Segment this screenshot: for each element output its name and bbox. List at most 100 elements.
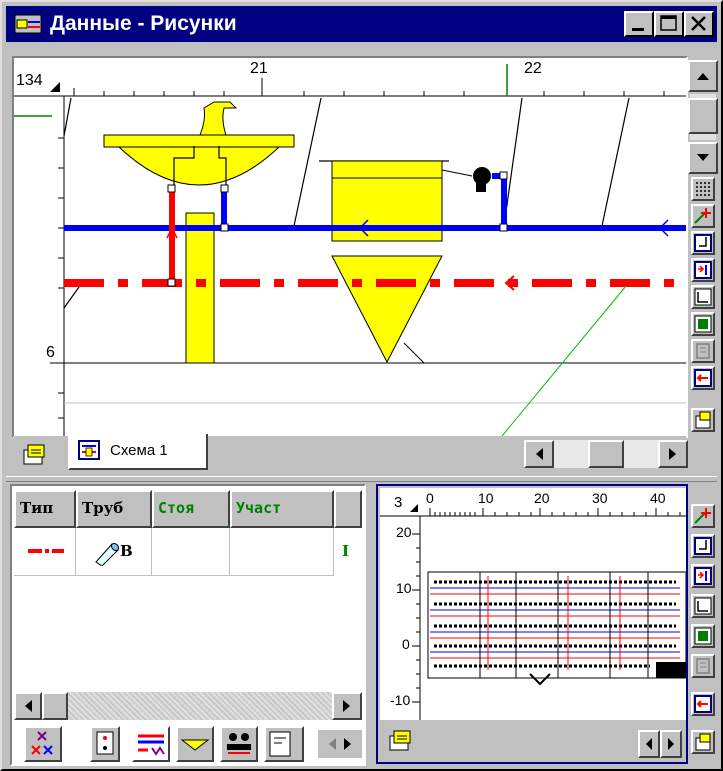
tab-nodes[interactable]: [90, 726, 120, 762]
arrow-up-icon: [697, 73, 709, 80]
sink-fixture: [103, 101, 295, 364]
disabled-tool-button-2[interactable]: [691, 654, 715, 678]
tab-scheme-1[interactable]: Схема 1: [68, 434, 208, 470]
scheme-tab-icon: [78, 440, 100, 460]
table-row[interactable]: В I: [14, 528, 362, 576]
arrow-left-icon: [646, 738, 652, 750]
fill-icon: [694, 315, 712, 333]
back-tool-button[interactable]: [691, 366, 715, 390]
back-tool-button-2[interactable]: [691, 692, 715, 716]
ruler-corner-label: 134: [16, 72, 43, 89]
connect-tool-button-2[interactable]: [691, 534, 715, 558]
tab-scroll-arrows[interactable]: [318, 730, 362, 758]
riser-cell: [152, 528, 230, 576]
ruler-left-tick: 6: [46, 344, 55, 361]
minimize-icon: [632, 28, 644, 31]
pipes-icon: [138, 734, 165, 756]
scroll-right-button[interactable]: [658, 440, 688, 468]
preview-overview[interactable]: [380, 488, 686, 720]
disabled-tool-icon: [696, 658, 710, 674]
preview-y-tick: 20: [396, 524, 412, 540]
grid-h-scroll-thumb[interactable]: [42, 692, 68, 720]
preview-canvas[interactable]: 3 0 10 20 30 40 20 10 0 -10: [380, 488, 686, 720]
insert-tool-button-2[interactable]: [691, 564, 715, 588]
tab-pipes[interactable]: [132, 726, 170, 762]
column-header-type[interactable]: Тип: [14, 490, 76, 528]
grid-scroll-right-button[interactable]: [332, 692, 362, 720]
snap-tool-button-2[interactable]: [691, 504, 715, 528]
tab-fixtures[interactable]: [176, 726, 214, 762]
arrow-down-icon: [697, 154, 709, 161]
connect-icon: [694, 537, 712, 555]
preview-x-tick: 30: [592, 490, 608, 506]
tab-documents[interactable]: [264, 726, 304, 762]
close-button[interactable]: [684, 11, 714, 37]
snap-cross-icon: [694, 508, 711, 524]
insert-icon: [694, 567, 712, 585]
layers-icon[interactable]: [388, 728, 414, 754]
ruler-top-tick: 21: [250, 60, 268, 77]
equipment-icon: [227, 733, 251, 754]
preview-y-tick: 0: [402, 636, 410, 652]
angle-icon: [694, 597, 712, 615]
drawing-app-icon[interactable]: [14, 12, 42, 36]
column-header-pipe[interactable]: Труб: [76, 490, 152, 528]
tab-label: Схема 1: [110, 442, 168, 459]
h-scroll-thumb[interactable]: [588, 440, 624, 468]
arrow-left-icon: [25, 700, 32, 712]
angle-tool-button-2[interactable]: [691, 594, 715, 618]
preview-scroll-right-button[interactable]: [660, 730, 682, 758]
section-cell: [230, 528, 334, 576]
main-window: Данные - Рисунки 134 21 22 6 Схема 1 Тип…: [0, 0, 723, 771]
angle-tool-button[interactable]: [691, 285, 715, 309]
scroll-down-button[interactable]: [688, 142, 718, 174]
grid-h-scroll-track[interactable]: [68, 692, 332, 720]
preview-scroll-left-button[interactable]: [638, 730, 660, 758]
preview-x-tick: 0: [426, 490, 434, 506]
insert-tool-button[interactable]: [691, 258, 715, 282]
document-icon: [269, 731, 291, 757]
arrow-right-icon: [669, 448, 676, 460]
scroll-left-button[interactable]: [524, 440, 554, 468]
column-header-riser[interactable]: Стоя: [152, 490, 230, 528]
pipe-icon: [95, 542, 120, 566]
fixture-icon: [180, 739, 210, 751]
maximize-button[interactable]: [654, 11, 684, 37]
horizontal-splitter[interactable]: [6, 476, 717, 482]
drawing-canvas[interactable]: 134 21 22 6: [14, 58, 686, 436]
hood-fixture: [319, 160, 491, 364]
grid-scroll-left-button[interactable]: [14, 692, 42, 720]
maximize-icon: [660, 15, 677, 31]
column-header-overflow[interactable]: [334, 490, 362, 528]
window-title: Данные - Рисунки: [50, 12, 237, 35]
notes-tool-button-2[interactable]: [691, 730, 715, 754]
minimize-button[interactable]: [624, 11, 654, 37]
close-icon: [691, 16, 706, 31]
title-bar[interactable]: Данные - Рисунки: [6, 6, 717, 42]
fill-tool-button[interactable]: [691, 312, 715, 336]
vertical-splitter[interactable]: [368, 484, 374, 766]
preview-x-tick: 20: [534, 490, 550, 506]
grid-tool-button[interactable]: [691, 177, 715, 201]
scroll-up-button[interactable]: [688, 60, 718, 92]
grid-dots-icon: [696, 182, 710, 196]
tab-equipment[interactable]: [220, 726, 258, 762]
angle-icon: [694, 288, 712, 306]
preview-x-tick: 40: [650, 490, 666, 506]
back-arrow-icon: [694, 369, 712, 387]
overflow-cell-text: I: [342, 542, 350, 560]
notes-tool-button[interactable]: [691, 408, 715, 432]
preview-y-tick: 10: [396, 580, 412, 596]
schematic-drawing[interactable]: [14, 58, 686, 436]
fill-icon: [694, 627, 712, 645]
scroll-thumb[interactable]: [688, 98, 718, 134]
layers-icon[interactable]: [22, 442, 48, 466]
connect-tool-button[interactable]: [691, 231, 715, 255]
snap-tool-button[interactable]: [691, 204, 715, 228]
hot-pipe-line-icon: [28, 549, 64, 553]
column-header-section[interactable]: Участ: [230, 490, 334, 528]
tab-fittings[interactable]: [24, 726, 62, 762]
fill-tool-button-2[interactable]: [691, 624, 715, 648]
nodes-icon: [96, 731, 114, 755]
disabled-tool-button[interactable]: [691, 339, 715, 363]
